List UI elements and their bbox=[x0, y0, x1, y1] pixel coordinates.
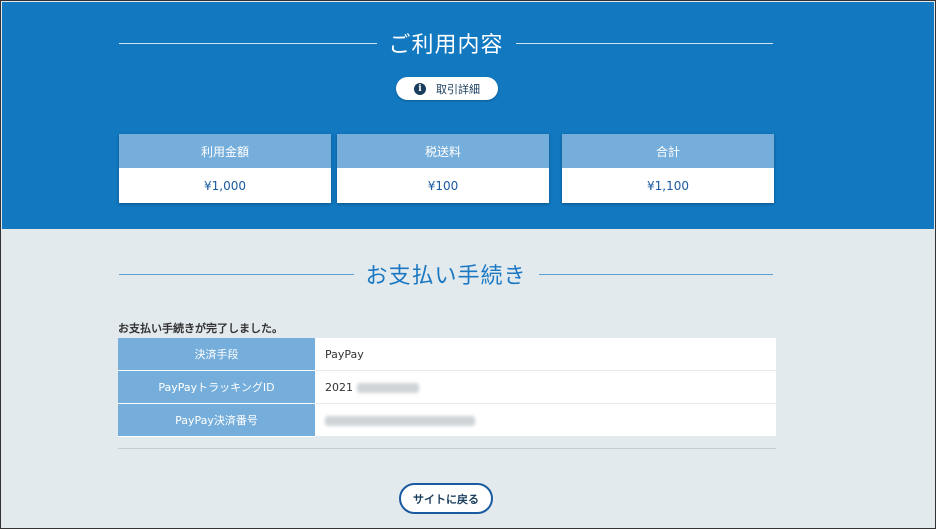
divider bbox=[118, 448, 776, 449]
shipping-fee-card: 税送料 ¥100 bbox=[337, 134, 549, 203]
shipping-fee-label: 税送料 bbox=[337, 134, 549, 168]
back-to-site-button[interactable]: サイトに戻る bbox=[399, 483, 493, 514]
transaction-detail-label: 取引詳細 bbox=[436, 82, 480, 96]
info-icon: i bbox=[414, 82, 426, 95]
total-card: 合計 ¥1,100 bbox=[562, 134, 774, 203]
usage-section-title: ご利用内容 bbox=[119, 27, 774, 59]
payment-number-cell bbox=[315, 403, 776, 437]
usage-amount-value: ¥1,000 bbox=[204, 178, 246, 193]
shipping-fee-value: ¥100 bbox=[427, 178, 459, 193]
page-frame: ご利用内容 i 取引詳細 利用金額 ¥1,000 税送料 ¥100 合計 ¥1,… bbox=[0, 0, 936, 529]
redacted-payment-number bbox=[325, 415, 475, 426]
transaction-detail-button[interactable]: i 取引詳細 bbox=[396, 77, 498, 100]
payment-title-text: お支払い手続き bbox=[365, 264, 527, 289]
payment-info-table: 決済手段 PayPay PayPayトラッキングID 2021 PayPay決済… bbox=[118, 338, 776, 437]
title-line-right bbox=[538, 273, 774, 275]
title-line-left bbox=[119, 42, 377, 44]
table-row: 決済手段 PayPay bbox=[118, 338, 776, 371]
table-row: PayPay決済番号 bbox=[118, 403, 776, 437]
payment-section-title: お支払い手続き bbox=[119, 258, 774, 290]
payment-method-value: PayPay bbox=[315, 338, 776, 371]
total-value: ¥1,100 bbox=[647, 178, 689, 193]
redacted-tracking-id bbox=[356, 382, 419, 393]
tracking-id-cell: 2021 bbox=[315, 370, 776, 404]
usage-title-text: ご利用内容 bbox=[388, 33, 504, 58]
tracking-id-label: PayPayトラッキングID bbox=[118, 370, 315, 404]
total-label: 合計 bbox=[562, 134, 774, 168]
title-line-right bbox=[515, 42, 774, 44]
table-row: PayPayトラッキングID 2021 bbox=[118, 370, 776, 404]
title-line-left bbox=[119, 273, 354, 275]
usage-amount-card: 利用金額 ¥1,000 bbox=[119, 134, 331, 203]
payment-complete-message: お支払い手続きが完了しました。 bbox=[118, 322, 283, 335]
payment-number-label: PayPay決済番号 bbox=[118, 403, 315, 437]
payment-method-label: 決済手段 bbox=[118, 338, 315, 371]
usage-amount-label: 利用金額 bbox=[119, 134, 331, 168]
tracking-id-value: 2021 bbox=[325, 380, 353, 394]
